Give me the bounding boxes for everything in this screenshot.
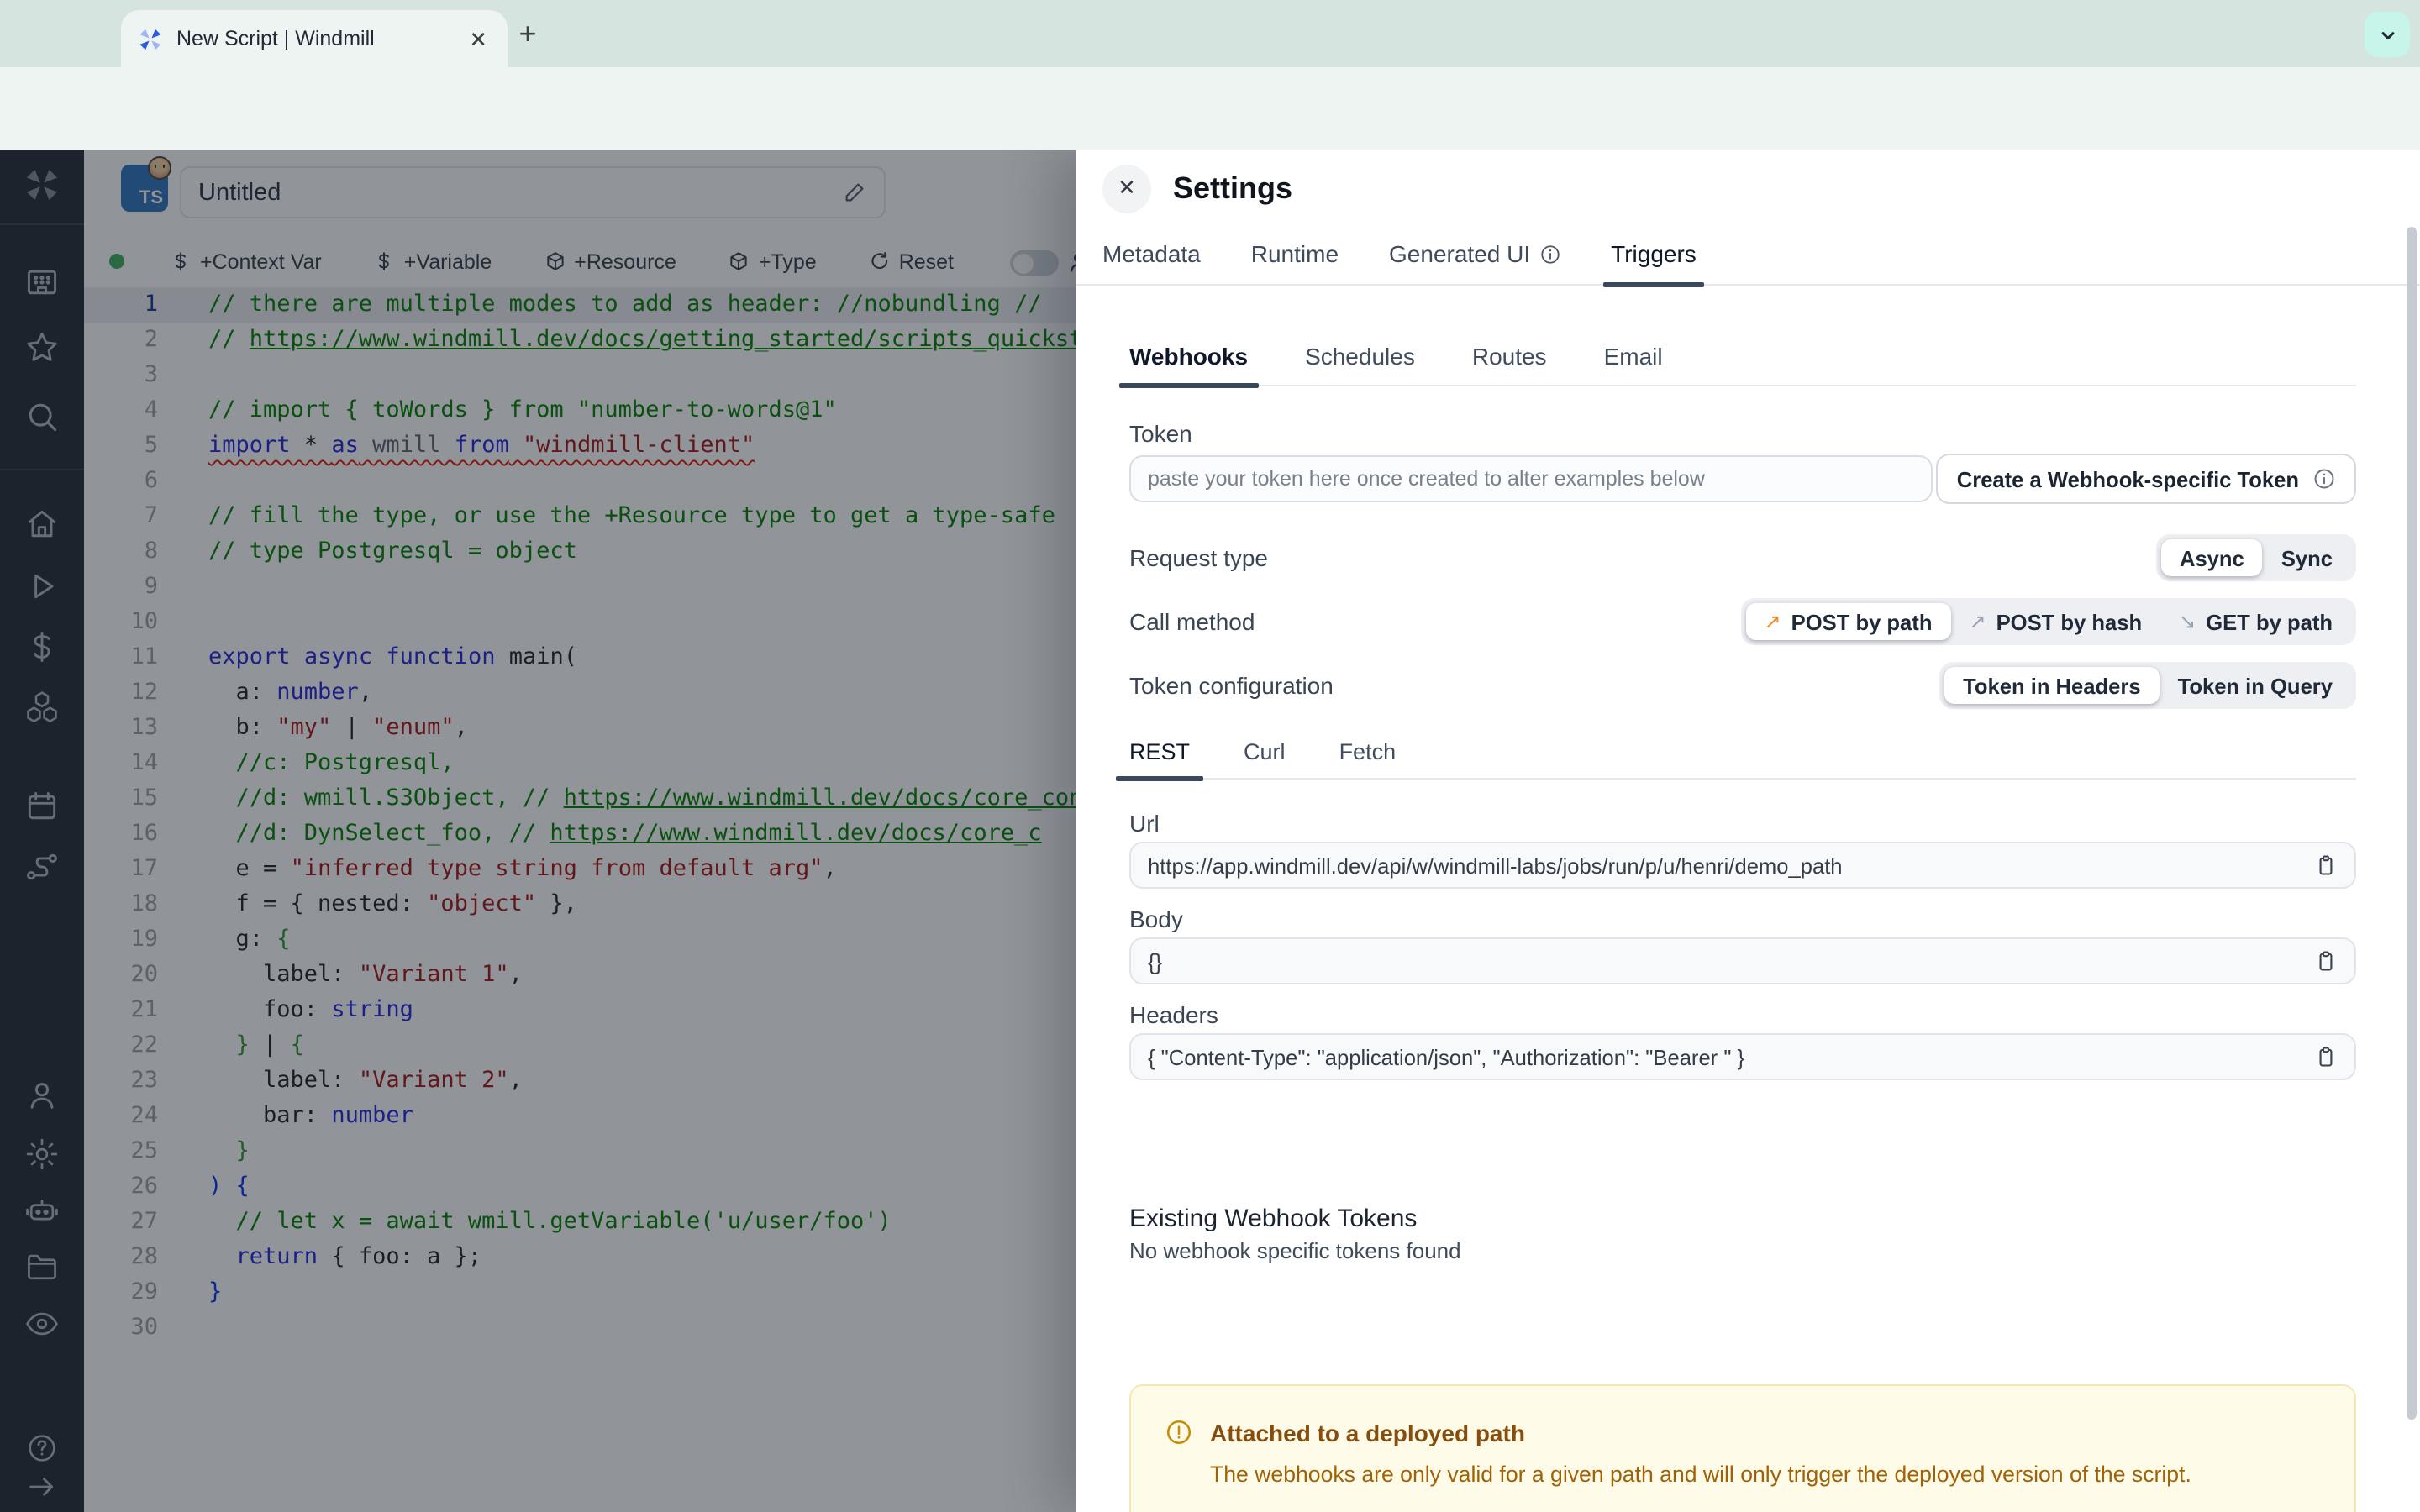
token-config-label: Token configuration (1129, 672, 1334, 699)
tab-rest[interactable]: REST (1115, 739, 1204, 781)
copy-clipboard-icon[interactable] (2314, 949, 2338, 973)
screen: New Script | Windmill ✕ + app.windmill.d… (0, 0, 2420, 1512)
tab-close-icon[interactable]: ✕ (466, 24, 491, 53)
copy-clipboard-icon[interactable] (2314, 1045, 2338, 1068)
new-tab-button[interactable]: + (509, 15, 546, 52)
url-label: Url (1129, 810, 1160, 837)
existing-tokens-empty: No webhook specific tokens found (1129, 1238, 1461, 1263)
tab-runtime[interactable]: Runtime (1251, 240, 1339, 284)
body-field: {} (1129, 937, 2356, 984)
token-label: Token (1129, 420, 1192, 447)
body-value: {} (1148, 948, 1163, 974)
browser-restore-button[interactable] (2365, 12, 2410, 57)
close-icon[interactable]: ✕ (1102, 164, 1151, 213)
token-input[interactable] (1129, 455, 1933, 502)
warning-body: The webhooks are only valid for a given … (1210, 1462, 2191, 1487)
tab-schedules[interactable]: Schedules (1305, 343, 1415, 385)
option-token-in-query[interactable]: Token in Query (2160, 667, 2351, 704)
trigger-tabs: Webhooks Schedules Routes Email (1119, 343, 2356, 388)
option-get-by-path[interactable]: ↘ GET by path (2160, 603, 2351, 640)
body-label: Body (1129, 906, 1183, 932)
tab-email[interactable]: Email (1604, 343, 1663, 385)
copy-clipboard-icon[interactable] (2314, 853, 2338, 877)
call-method-segment: ↗ POST by path ↗ POST by hash ↘ GET by path (1740, 598, 2356, 645)
url-field: https://app.windmill.dev/api/w/windmill-… (1129, 842, 2356, 889)
up-right-arrow-icon: ↗ (1969, 610, 1986, 633)
up-right-arrow-icon: ↗ (1764, 610, 1781, 633)
headers-label: Headers (1129, 1001, 1218, 1028)
option-post-by-path[interactable]: ↗ POST by path (1745, 603, 1951, 640)
chevron-down-icon (2381, 31, 2394, 39)
windmill-favicon (138, 26, 163, 51)
tab-routes[interactable]: Routes (1472, 343, 1547, 385)
tab-curl[interactable]: Curl (1244, 739, 1286, 778)
option-sync[interactable]: Sync (2263, 539, 2351, 576)
request-type-segment: Async Sync (2155, 534, 2356, 581)
tab-generated-ui[interactable]: Generated UI (1389, 240, 1560, 284)
settings-drawer: ✕ Settings Metadata Runtime Generated UI Tr… (1076, 150, 2420, 1512)
tab-title: New Script | Windmill (176, 27, 375, 50)
warning-title: Attached to a deployed path (1210, 1419, 1525, 1446)
option-post-by-hash[interactable]: ↗ POST by hash (1950, 603, 2160, 640)
deployed-path-warning: Attached to a deployed path The webhooks… (1129, 1384, 2356, 1512)
tab-metadata[interactable]: Metadata (1102, 240, 1201, 284)
option-token-in-headers[interactable]: Token in Headers (1944, 667, 2160, 704)
call-method-label: Call method (1129, 608, 1255, 635)
info-icon (2314, 469, 2334, 489)
drawer-backdrop[interactable] (0, 150, 1076, 1512)
request-type-label: Request type (1129, 544, 1268, 571)
browser-tabstrip: New Script | Windmill ✕ + (0, 0, 2420, 67)
browser-toolbar: app.windmill.dev/scripts/add#JTdCJTIyaGF… (0, 67, 2420, 200)
url-value: https://app.windmill.dev/api/w/windmill-… (1148, 853, 1843, 878)
app-page: TS Untitled +Context Var +Variable +Reso… (0, 150, 2420, 1512)
existing-tokens-title: Existing Webhook Tokens (1129, 1205, 1418, 1233)
tab-webhooks[interactable]: Webhooks (1119, 343, 1258, 388)
example-tabs: REST Curl Fetch (1115, 739, 2356, 781)
drawer-content: Webhooks Schedules Routes Email Token Creat… (1076, 286, 2420, 1512)
tab-fetch[interactable]: Fetch (1339, 739, 1397, 778)
drawer-scrollbar[interactable] (2407, 227, 2417, 1420)
drawer-tabs: Metadata Runtime Generated UI Triggers (1076, 227, 2420, 287)
headers-field: { "Content-Type": "application/json", "A… (1129, 1033, 2356, 1080)
token-config-segment: Token in Headers Token in Query (1939, 662, 2356, 709)
headers-value: { "Content-Type": "application/json", "A… (1148, 1044, 1745, 1069)
drawer-header: ✕ Settings (1076, 150, 2420, 227)
browser-tab[interactable]: New Script | Windmill ✕ (121, 10, 508, 67)
down-right-arrow-icon: ↘ (2179, 610, 2196, 633)
tab-triggers[interactable]: Triggers (1602, 240, 1705, 287)
alert-circle-icon (1166, 1420, 1192, 1445)
create-webhook-token-button[interactable]: Create a Webhook-specific Token (1936, 454, 2356, 504)
drawer-title: Settings (1173, 171, 1293, 204)
option-async[interactable]: Async (2160, 539, 2263, 576)
info-icon (1540, 244, 1559, 263)
